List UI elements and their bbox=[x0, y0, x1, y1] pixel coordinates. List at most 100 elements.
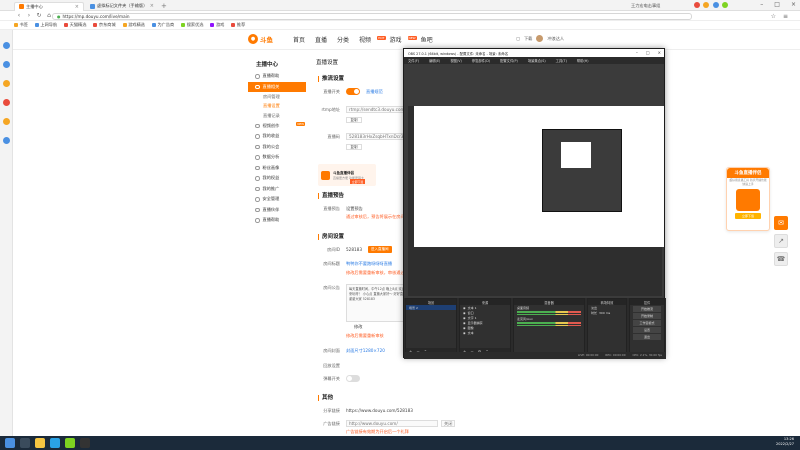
back-icon[interactable]: ‹ bbox=[14, 12, 24, 19]
bookmark-item[interactable]: 天猫精选 bbox=[64, 22, 86, 28]
companion-promo-widget[interactable]: 斗鱼直播伴侣 超好用直播工具 新手开播也能快速上手 立即下载 bbox=[726, 167, 770, 231]
live-toggle[interactable] bbox=[346, 88, 360, 95]
eye-icon[interactable]: ◉ bbox=[463, 311, 466, 315]
refresh-icon[interactable]: ↻ bbox=[34, 12, 44, 19]
menu-icon[interactable]: ≡ bbox=[783, 13, 788, 20]
rtmp-field[interactable]: rtmp://sendtc3.douyu.com/live bbox=[346, 106, 408, 113]
bookmark-item[interactable]: 上网导航 bbox=[34, 22, 57, 28]
maximize-icon[interactable]: □ bbox=[774, 1, 780, 8]
minimize-icon[interactable]: – bbox=[760, 1, 763, 8]
maximize-icon[interactable]: □ bbox=[646, 50, 650, 55]
app-icon[interactable] bbox=[3, 137, 10, 144]
stream-code-field[interactable]: 528183rHxZsqbHTxnDcr3 bbox=[346, 133, 408, 140]
extension-icon[interactable] bbox=[703, 2, 709, 8]
sidebar-item-data[interactable]: 数据分析 bbox=[248, 152, 306, 163]
start-recording-button[interactable]: 开始录制 bbox=[633, 313, 661, 319]
app-icon[interactable] bbox=[65, 438, 75, 448]
bookmark-item[interactable]: 书签 bbox=[14, 22, 28, 28]
sidebar-item-help[interactable]: 直播帮助 bbox=[248, 71, 306, 82]
sidebar-sub-records[interactable]: 直播记录 bbox=[248, 111, 306, 121]
start-streaming-button[interactable]: 开始推流 bbox=[633, 306, 661, 312]
settings-button[interactable]: 设置 bbox=[633, 327, 661, 333]
nav-category[interactable]: 分类 bbox=[337, 35, 349, 44]
obs-window[interactable]: OBS 27.0.1 (64bit, windows) - 配置文件: 未命名 … bbox=[403, 48, 666, 359]
obs-preview[interactable] bbox=[408, 106, 664, 296]
close-icon[interactable]: × bbox=[658, 50, 661, 55]
sidebar-item-fans[interactable]: 粉丝画像 bbox=[248, 163, 306, 174]
new-tab-icon[interactable]: + bbox=[161, 2, 167, 10]
exit-button[interactable]: 退出 bbox=[633, 334, 661, 340]
scene-item[interactable]: 场景 2 bbox=[406, 305, 456, 310]
obs-menu-view[interactable]: 视图(V) bbox=[450, 58, 461, 63]
eye-icon[interactable]: ◉ bbox=[463, 306, 466, 310]
nav-video[interactable]: 视频 HOT bbox=[359, 35, 386, 44]
cover-link[interactable]: 封面尺寸1280×720 bbox=[346, 348, 385, 354]
sidebar-item-guild[interactable]: 我的公会 bbox=[248, 142, 306, 153]
bookmark-item[interactable]: 推荐 bbox=[231, 22, 245, 28]
share-icon[interactable]: ↗ bbox=[774, 234, 788, 248]
username[interactable]: 冲浪达人 bbox=[547, 36, 564, 42]
obs-menu-docks[interactable]: 停靠部件(D) bbox=[472, 58, 490, 63]
obs-menu-edit[interactable]: 编辑(E) bbox=[429, 58, 440, 63]
extension-icon[interactable] bbox=[693, 2, 700, 8]
avatar[interactable] bbox=[536, 35, 544, 42]
sidebar-item-help2[interactable]: 直播帮助 bbox=[248, 215, 306, 226]
obs-titlebar[interactable]: OBS 27.0.1 (64bit, windows) - 配置文件: 未命名 … bbox=[404, 49, 664, 57]
close-icon[interactable]: × bbox=[75, 4, 79, 10]
bookmark-item[interactable]: 游戏精选 bbox=[122, 22, 145, 28]
app-icon[interactable] bbox=[3, 61, 10, 68]
nav-game[interactable]: 游戏 NEW bbox=[390, 35, 417, 44]
windows-start-icon[interactable] bbox=[5, 438, 15, 448]
extension-icon[interactable] bbox=[722, 2, 728, 8]
eye-icon[interactable]: ◉ bbox=[463, 331, 466, 335]
download-link[interactable]: 下载 bbox=[524, 36, 532, 42]
obs-icon[interactable] bbox=[80, 438, 90, 448]
bookmark-item[interactable]: 京东商城 bbox=[93, 22, 116, 28]
eye-icon[interactable]: ◉ bbox=[463, 321, 466, 325]
app-icon[interactable] bbox=[3, 42, 10, 49]
ad-select[interactable]: 关闭 bbox=[441, 420, 455, 427]
app-icon[interactable] bbox=[3, 80, 10, 87]
danmu-toggle[interactable] bbox=[346, 375, 360, 382]
address-bar[interactable]: ● https://mp.douyu.com/live/main bbox=[52, 12, 692, 20]
search-icon[interactable] bbox=[20, 438, 30, 448]
bookmark-item[interactable]: 游戏 bbox=[210, 22, 224, 28]
live-rules-link[interactable]: 直播规范 bbox=[366, 89, 383, 95]
close-icon[interactable]: × bbox=[791, 1, 796, 8]
forward-icon[interactable]: › bbox=[24, 12, 34, 19]
sidebar-sub-settings[interactable]: 直播设置 bbox=[248, 102, 306, 112]
star-icon[interactable]: ☆ bbox=[771, 13, 776, 20]
obs-menu-scenes[interactable]: 场景集合(S) bbox=[528, 58, 546, 63]
eye-icon[interactable]: ◉ bbox=[463, 316, 466, 320]
system-tray[interactable]: 13:26 2022/2/27 bbox=[776, 437, 794, 447]
close-icon[interactable]: × bbox=[150, 3, 154, 9]
obs-menu-file[interactable]: 文件(F) bbox=[408, 58, 419, 63]
transition-duration[interactable]: 时长 300 ms bbox=[588, 310, 626, 315]
copy-rtmp-button[interactable]: 复制 bbox=[346, 117, 362, 123]
obs-menu-profile[interactable]: 配置文件(P) bbox=[500, 58, 518, 63]
sidebar-item-promo[interactable]: 我的推广 bbox=[248, 184, 306, 195]
browser-tab-active[interactable]: 主播中心 × bbox=[14, 1, 84, 11]
browser-tab[interactable]: 虚拟标记文件夹（手输版） × bbox=[86, 2, 158, 12]
source-item[interactable]: ◉ 文本 bbox=[460, 330, 510, 335]
share-link[interactable]: https://www.douyu.com/528183 bbox=[346, 408, 413, 413]
copy-code-button[interactable]: 复制 bbox=[346, 144, 362, 150]
sidebar-item-live[interactable]: 直播相关 bbox=[248, 81, 306, 92]
nav-live[interactable]: 直播 bbox=[315, 35, 327, 44]
feedback-icon[interactable]: ✉ bbox=[774, 216, 788, 230]
room-notice-edit[interactable]: 修改 bbox=[354, 324, 362, 330]
app-icon[interactable] bbox=[3, 99, 10, 106]
eye-icon[interactable]: ◉ bbox=[463, 326, 466, 330]
app-icon[interactable] bbox=[3, 118, 10, 125]
ad-link-field[interactable]: http://www.douyu.com/ bbox=[346, 420, 438, 427]
notice-setting-link[interactable]: 设置预告 bbox=[346, 206, 363, 212]
browser-user-info[interactable]: 王力宏电击事组 bbox=[631, 3, 660, 9]
extension-icon[interactable] bbox=[712, 2, 719, 8]
sidebar-item-income[interactable]: 我的收益 bbox=[248, 131, 306, 142]
service-icon[interactable]: ☎ bbox=[774, 252, 788, 266]
banner-download-button[interactable]: 立即下载 bbox=[350, 179, 366, 184]
obs-menu-help[interactable]: 帮助(H) bbox=[577, 58, 589, 63]
companion-banner[interactable]: 斗鱼直播伴侣 直播更方便 功能更强大 立即下载 bbox=[318, 164, 376, 186]
nav-home[interactable]: 首页 bbox=[293, 35, 305, 44]
bookmark-item[interactable]: 为广告商 bbox=[151, 22, 174, 28]
